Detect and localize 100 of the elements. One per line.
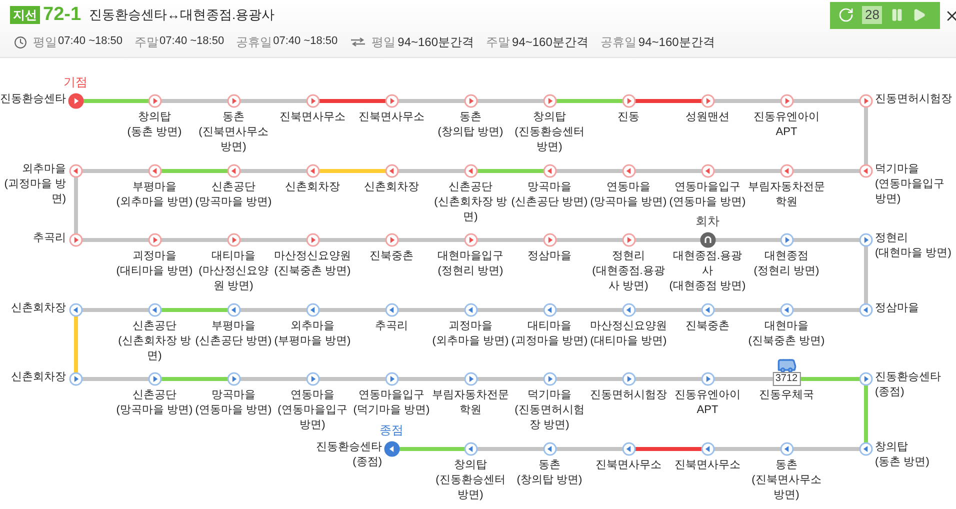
bus-stop-icon[interactable]	[384, 233, 398, 247]
bus-stop-icon[interactable]	[542, 94, 556, 108]
bus-stop-icon[interactable]	[226, 94, 240, 108]
refresh-icon[interactable]	[838, 7, 854, 23]
bus-stop-icon[interactable]	[700, 302, 714, 316]
stop-name: 정현리	[875, 231, 909, 246]
bus-stop-icon[interactable]	[780, 164, 794, 178]
bus-stop-icon[interactable]	[464, 372, 478, 386]
bus-stop-icon[interactable]	[858, 94, 872, 108]
bus-stop-icon[interactable]	[780, 94, 794, 108]
bus-stop-icon[interactable]	[68, 372, 82, 386]
schedule-day-label: 평일	[372, 34, 396, 51]
stop-direction-note: (마산정신요양원 방면)	[198, 264, 270, 294]
schedule-day-label: 공휴일	[236, 34, 272, 51]
stop-direction-note: (신촌회차장 방면)	[117, 334, 192, 364]
bus-stop-icon[interactable]	[622, 94, 636, 108]
stop-direction-note: (연동마을입구 방면)	[276, 403, 348, 433]
bus-stop-icon[interactable]	[542, 164, 556, 178]
stop-name: 마산정신요양원	[273, 249, 352, 264]
bus-stop-icon[interactable]	[148, 372, 162, 386]
bus-stop-icon[interactable]	[464, 164, 478, 178]
bus-stop-icon[interactable]	[780, 302, 794, 316]
bus-stop-icon[interactable]	[858, 372, 872, 386]
bus-stop-icon[interactable]	[148, 233, 162, 247]
bus-stop-icon[interactable]	[622, 302, 636, 316]
bus-stop-icon[interactable]	[384, 94, 398, 108]
bus-stop-icon[interactable]	[226, 302, 240, 316]
bus-stop-icon[interactable]	[148, 164, 162, 178]
stop-name: 정삼마을	[526, 249, 572, 264]
bus-stop-icon[interactable]	[464, 233, 478, 247]
bus-stop-icon[interactable]	[384, 164, 398, 178]
bus-stop-icon[interactable]	[68, 164, 82, 178]
bus-stop-icon[interactable]	[384, 372, 398, 386]
stop-name: 창의탑	[532, 110, 567, 125]
stop-direction-note: (망곡마을 방면)	[115, 403, 194, 418]
bus-stop-icon[interactable]	[542, 302, 556, 316]
bus-stop-icon[interactable]	[306, 233, 320, 247]
schedule-day-label: 주말	[486, 34, 510, 51]
bus-stop-icon[interactable]	[542, 372, 556, 386]
bus-stop-icon[interactable]	[622, 233, 636, 247]
bus-stop-icon[interactable]	[68, 233, 82, 247]
stop-name: 부림자동차전문학원	[747, 180, 826, 210]
bus-stop-icon[interactable]	[858, 164, 872, 178]
bus-stop-icon[interactable]	[464, 302, 478, 316]
stop-direction-note: (괴정마을 방면)	[3, 176, 66, 206]
bus-stop-icon[interactable]	[464, 94, 478, 108]
bus-stop-icon[interactable]	[148, 302, 162, 316]
stop-direction-note: (외추마을 방면)	[115, 194, 194, 210]
bus-stop-icon[interactable]	[622, 372, 636, 386]
stop-direction-note: (대현종점 방면)	[668, 279, 747, 294]
stop-name: 진동유엔아이 APT	[674, 388, 742, 418]
bus-stop-icon[interactable]	[384, 440, 400, 456]
stop-name: 대현마을입구	[436, 249, 504, 264]
bus-stop-icon[interactable]	[542, 233, 556, 247]
stop-name: 동촌	[538, 458, 562, 472]
bus-stop-icon[interactable]	[226, 164, 240, 178]
stop-name: 연동마을	[606, 180, 652, 194]
stop-name: 외추마을	[290, 318, 336, 334]
stop-direction-note: (망곡마을 방면)	[194, 194, 273, 210]
stop-direction-note: (대현종점.용광사 방면)	[591, 264, 666, 294]
stop-name: 대티마을	[210, 249, 256, 264]
bus-stop-icon[interactable]	[700, 164, 714, 178]
stop-name: 연동마을입구	[674, 180, 742, 194]
stop-name: 연동마을입구	[358, 388, 426, 403]
stop-name: 대현종점	[764, 249, 810, 264]
stop-name: 진북면사무소	[278, 110, 346, 125]
route-number: 72-1	[43, 2, 82, 27]
turnaround-stop-icon[interactable]	[700, 232, 716, 248]
bus-stop-icon[interactable]	[700, 94, 714, 108]
stop-name: 신촌회차장	[363, 180, 420, 194]
bus-stop-icon[interactable]	[68, 93, 84, 109]
stop-name: 동촌	[774, 458, 798, 472]
bus-stop-icon[interactable]	[780, 233, 794, 247]
bus-stop-icon[interactable]	[306, 164, 320, 178]
bus-stop-icon[interactable]	[858, 302, 872, 316]
bus-stop-icon[interactable]	[306, 372, 320, 386]
bus-stop-icon[interactable]	[542, 442, 556, 456]
bus-stop-icon[interactable]	[858, 442, 872, 456]
bus-number: 3712	[772, 372, 801, 386]
bus-stop-icon[interactable]	[700, 372, 714, 386]
stop-direction-note: (정현리 방면)	[436, 264, 504, 279]
bus-stop-icon[interactable]	[464, 442, 478, 456]
bus-stop-icon[interactable]	[622, 442, 636, 456]
bus-stop-icon[interactable]	[306, 94, 320, 108]
bus-stop-icon[interactable]	[306, 302, 320, 316]
stop-name: 창의탑	[453, 458, 488, 472]
stop-direction-note: (정현리 방면)	[752, 264, 820, 279]
bus-stop-icon[interactable]	[700, 442, 714, 456]
stop-name: 정현리	[611, 249, 646, 264]
bus-stop-icon[interactable]	[226, 233, 240, 247]
route-type-badge: 지선	[10, 6, 40, 24]
bus-stop-icon[interactable]	[780, 442, 794, 456]
bus-stop-icon[interactable]	[68, 302, 82, 316]
bus-stop-icon[interactable]	[148, 94, 162, 108]
stop-name: 진동환승센타	[0, 92, 66, 107]
bus-stop-icon[interactable]	[858, 233, 872, 247]
bus-stop-icon[interactable]	[226, 372, 240, 386]
stop-name: 진동우체국	[758, 388, 815, 403]
bus-stop-icon[interactable]	[622, 164, 636, 178]
bus-stop-icon[interactable]	[384, 302, 398, 316]
